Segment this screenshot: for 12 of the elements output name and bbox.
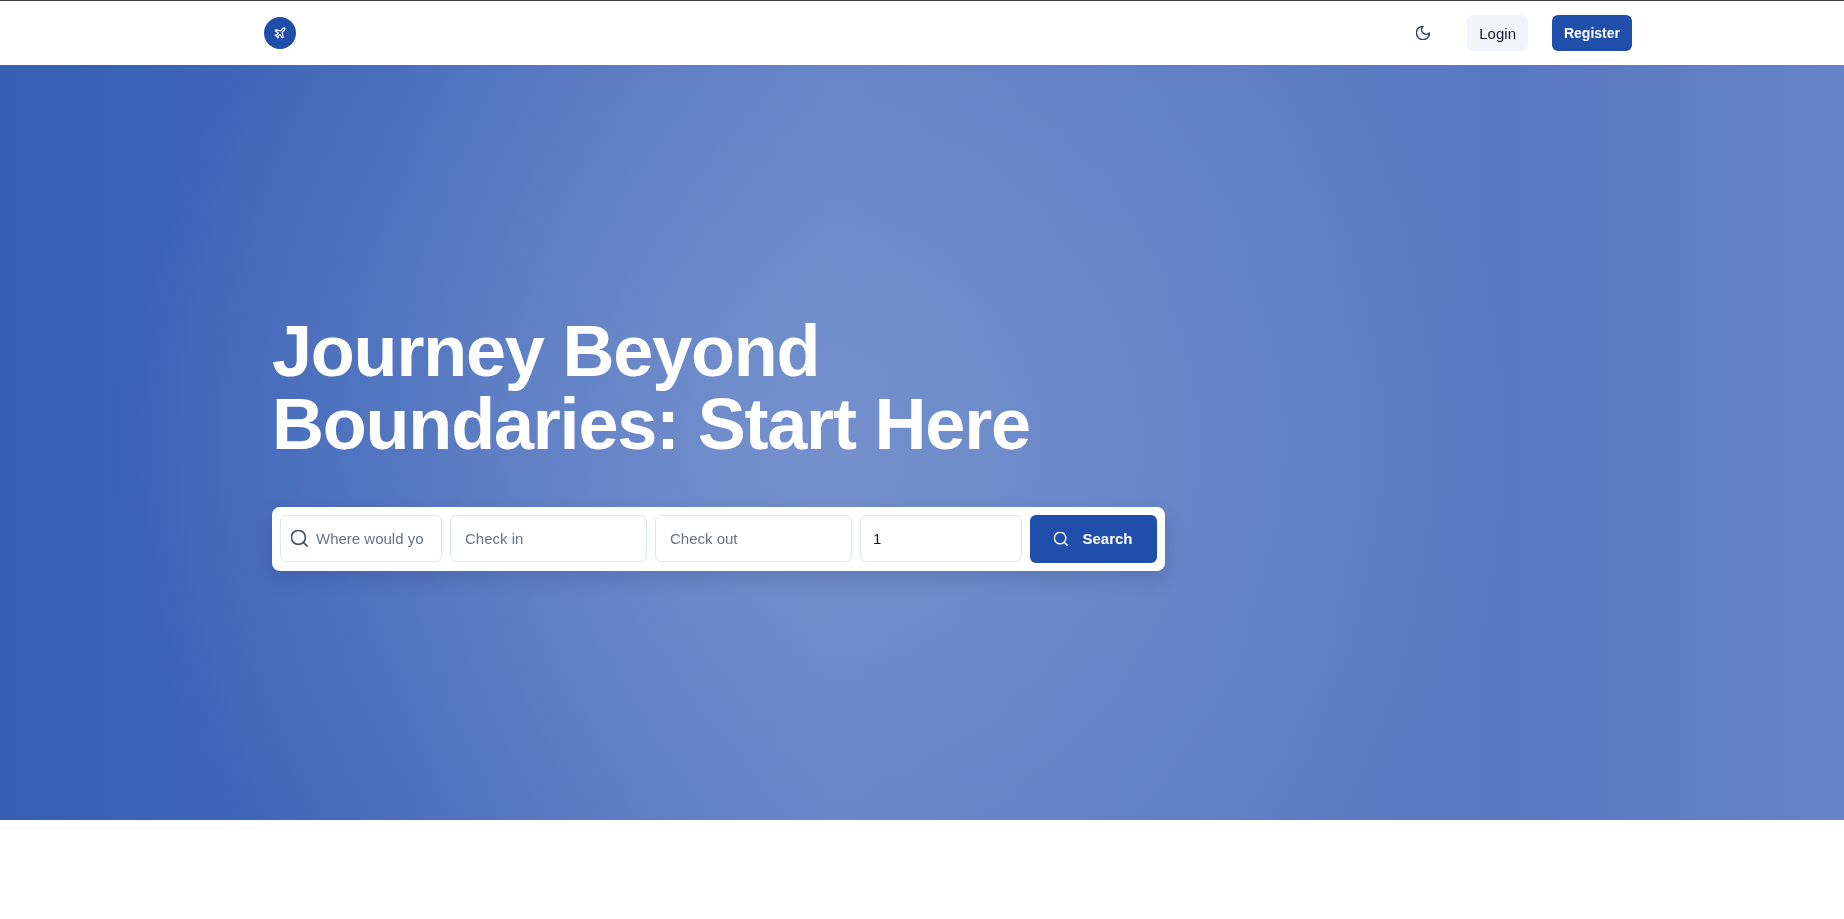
date-field[interactable]: Check out [655, 514, 852, 562]
login-button[interactable]: Login [1467, 15, 1528, 51]
airplane-logo-icon[interactable] [264, 17, 296, 49]
destination-field[interactable]: Where would yo [280, 514, 442, 562]
guests-field[interactable]: 1 [860, 514, 1022, 562]
hero-heading: Journey Beyond Boundaries: Start Here [272, 314, 1031, 461]
moon-icon [1416, 26, 1431, 40]
date-field[interactable]: Check in [450, 514, 647, 562]
search-icon [1054, 531, 1069, 546]
register-button[interactable]: Register [1551, 15, 1632, 51]
search-icon [291, 529, 308, 547]
search-button[interactable]: Search [1030, 514, 1157, 563]
